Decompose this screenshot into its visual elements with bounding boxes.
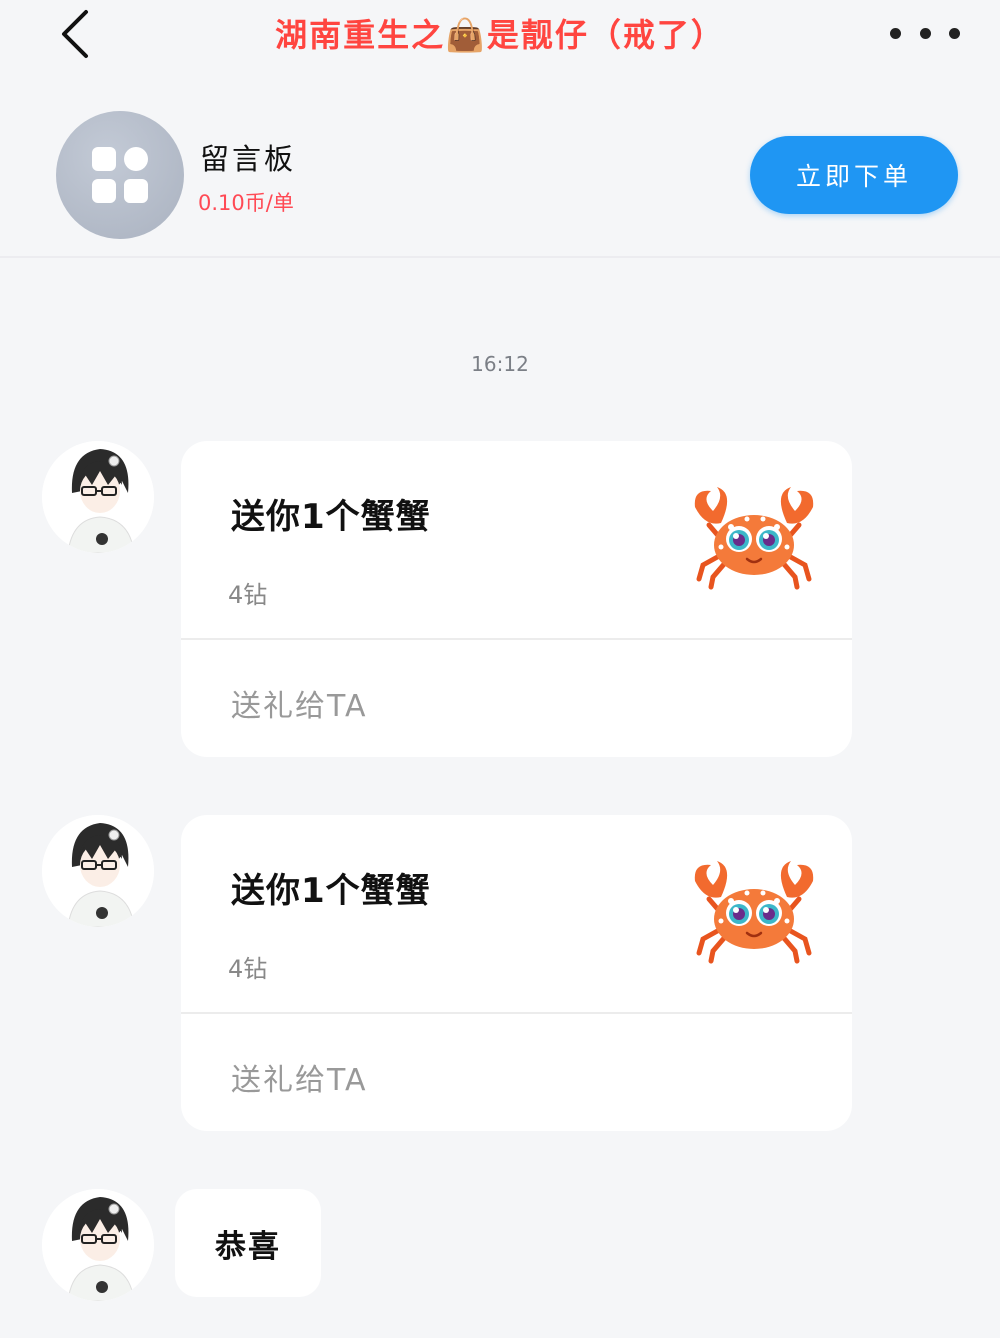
send-gift-link[interactable]: 送礼给TA [231, 681, 368, 725]
anime-boy-avatar-icon [42, 1189, 154, 1301]
more-dot-icon [949, 27, 960, 39]
more-dot-icon [890, 27, 901, 39]
sender-avatar[interactable] [42, 441, 154, 553]
service-price: 0.10币/单 [198, 191, 294, 215]
page-title: 湖南重生之👜是靓仔（戒了） [275, 16, 725, 54]
gift-cost: 4钻 [228, 581, 268, 609]
gift-cost: 4钻 [228, 955, 268, 983]
service-name: 留言板 [200, 142, 297, 176]
anime-boy-avatar-icon [42, 815, 154, 927]
chevron-left-icon [62, 10, 88, 58]
service-avatar[interactable] [56, 111, 184, 239]
more-options-button[interactable] [890, 18, 960, 48]
text-message-bubble[interactable]: 恭喜 [175, 1189, 321, 1297]
crab-icon [691, 861, 817, 965]
sender-avatar[interactable] [42, 815, 154, 927]
chat-timestamp: 16:12 [471, 352, 529, 376]
service-header: 留言板 0.10币/单 立即下单 [0, 86, 1000, 258]
card-divider [181, 638, 852, 640]
card-divider [181, 1012, 852, 1014]
gift-title: 送你1个蟹蟹 [231, 871, 431, 911]
sender-avatar[interactable] [42, 1189, 154, 1301]
gift-title: 送你1个蟹蟹 [231, 497, 431, 537]
apps-grid-icon [92, 147, 148, 203]
more-dot-icon [919, 27, 931, 39]
gift-message-card: 送你1个蟹蟹 4钻 送礼给TA [181, 815, 852, 1131]
crab-icon [691, 487, 817, 591]
gift-message-card: 送你1个蟹蟹 4钻 送礼给TA [181, 441, 852, 757]
back-button[interactable] [52, 8, 100, 60]
top-bar: 湖南重生之👜是靓仔（戒了） [0, 0, 1000, 72]
anime-boy-avatar-icon [42, 441, 154, 553]
send-gift-link[interactable]: 送礼给TA [231, 1055, 368, 1099]
order-now-button[interactable]: 立即下单 [750, 136, 958, 214]
